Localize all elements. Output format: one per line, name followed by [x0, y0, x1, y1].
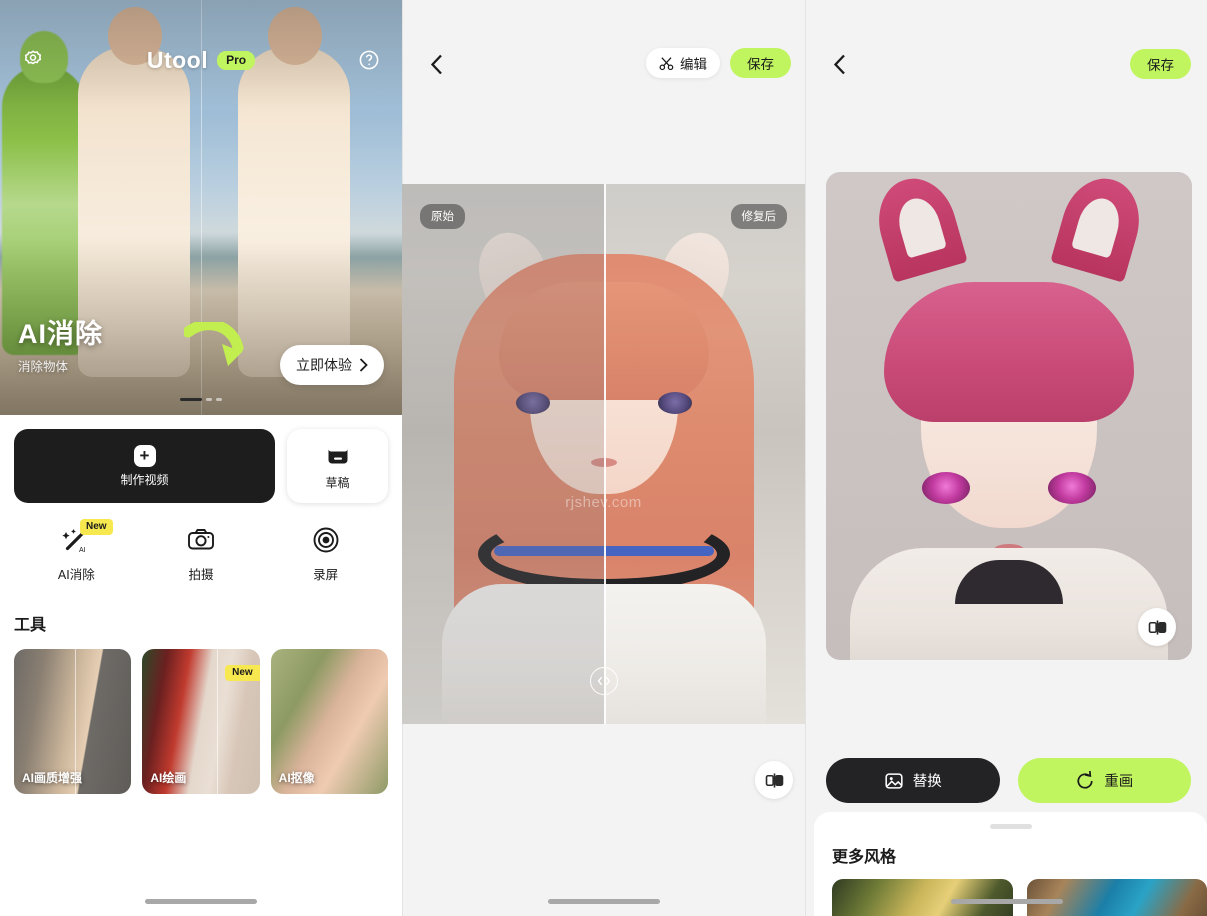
- hero-arrow-icon: [184, 322, 244, 366]
- carousel-dot[interactable]: [216, 398, 222, 401]
- try-now-label: 立即体验: [296, 357, 352, 373]
- plus-icon: +: [133, 444, 156, 467]
- home-screen: Utool Pro AI消除 消除物体 立即体验 + 制作视频 草稿 New A…: [0, 0, 402, 916]
- ai-image-pixels: [826, 172, 1192, 660]
- save-button[interactable]: 保存: [730, 48, 791, 78]
- style-row: [832, 879, 1207, 916]
- refresh-icon: [1077, 770, 1093, 789]
- chevron-right-icon: [359, 358, 368, 372]
- carousel-dots: [180, 398, 222, 401]
- compare-toggle-icon: [765, 772, 783, 788]
- camera-icon: [188, 529, 214, 550]
- drafts-button[interactable]: 草稿: [287, 429, 388, 503]
- comparison-divider: [603, 184, 606, 724]
- replace-label: 替换: [912, 774, 942, 790]
- help-icon[interactable]: [354, 45, 384, 75]
- try-now-button[interactable]: 立即体验: [280, 345, 384, 385]
- new-badge: New: [225, 665, 260, 681]
- comparison-slider-handle[interactable]: [589, 667, 618, 695]
- quick-actions-row: + 制作视频 草稿: [14, 429, 388, 503]
- carousel-dot[interactable]: [206, 398, 212, 401]
- ai-bangs: [884, 282, 1134, 422]
- home-content-sheet: + 制作视频 草稿 New AI AI消除 拍摄 录屏 工具 AI画质增强 Ne…: [0, 415, 402, 916]
- ai-eye-right: [1048, 472, 1096, 504]
- save-button[interactable]: 保存: [1130, 49, 1191, 79]
- hero-banner[interactable]: Utool Pro AI消除 消除物体 立即体验: [0, 0, 402, 415]
- carousel-dot-active[interactable]: [180, 398, 202, 401]
- drafts-label: 草稿: [325, 475, 350, 490]
- back-button[interactable]: [824, 49, 854, 79]
- edit-button[interactable]: 编辑: [646, 48, 720, 78]
- svg-text:AI: AI: [79, 547, 86, 554]
- compare-toggle-button[interactable]: [1138, 608, 1176, 646]
- settings-icon[interactable]: [18, 45, 48, 75]
- tool-card-ai-painting[interactable]: New AI绘画: [142, 649, 260, 794]
- make-video-button[interactable]: + 制作视频: [14, 429, 275, 503]
- hero-subtitle: 消除物体: [18, 360, 69, 374]
- home-topbar: Utool Pro: [0, 42, 402, 78]
- style-card-architecture[interactable]: [1026, 879, 1207, 916]
- new-badge: New: [80, 519, 113, 535]
- scissors-icon: [659, 56, 674, 70]
- tool-label: AI画质增强: [22, 771, 83, 785]
- drafts-icon: [328, 446, 347, 463]
- ai-eye-left: [922, 472, 970, 504]
- replace-button[interactable]: 替换: [826, 758, 1000, 803]
- editor-actions: 编辑 保存: [646, 48, 791, 78]
- result-actions: 替换 重画: [826, 758, 1191, 803]
- before-side: [402, 184, 604, 724]
- image-swap-icon: [885, 772, 903, 789]
- ai-result-image[interactable]: [826, 172, 1192, 660]
- before-after-comparison[interactable]: rjshev.com 原始 修复后: [402, 184, 805, 724]
- hero-title: AI消除: [18, 319, 103, 349]
- feature-row: New AI AI消除 拍摄 录屏: [14, 519, 388, 583]
- feature-label: AI消除: [57, 568, 95, 582]
- tool-label: AI抠像: [278, 771, 315, 785]
- eye-right: [657, 392, 692, 414]
- compare-toggle-icon: [1148, 619, 1166, 635]
- screen-record-icon: [313, 527, 339, 553]
- sheet-grabber[interactable]: [989, 824, 1032, 829]
- save-label: 保存: [1147, 58, 1174, 73]
- feature-screen-record[interactable]: 录屏: [263, 525, 388, 583]
- compare-slider-icon: [597, 676, 610, 686]
- chevron-left-icon: [430, 54, 442, 74]
- tools-heading: 工具: [14, 617, 47, 634]
- save-label: 保存: [747, 57, 774, 72]
- tool-card-ai-enhance[interactable]: AI画质增强: [14, 649, 132, 794]
- ai-result-screen: 保存 替换 重画 更多风格: [805, 0, 1207, 916]
- more-styles-title: 更多风格: [832, 849, 897, 866]
- brand-name: Utool: [146, 46, 209, 73]
- style-card-forest[interactable]: [832, 879, 1013, 916]
- pro-badge: Pro: [217, 50, 256, 70]
- tool-label: AI绘画: [150, 771, 187, 785]
- feature-capture[interactable]: 拍摄: [139, 525, 264, 583]
- home-indicator: [548, 899, 660, 904]
- hero-caption: AI消除 消除物体: [18, 312, 103, 375]
- comparison-canvas: rjshev.com 原始 修复后: [402, 184, 805, 724]
- feature-label: 录屏: [313, 568, 339, 582]
- home-indicator: [145, 899, 257, 904]
- feature-label: 拍摄: [188, 568, 214, 582]
- brand: Utool Pro: [146, 46, 256, 74]
- feature-ai-remove[interactable]: New AI AI消除: [14, 519, 139, 583]
- home-indicator: [950, 899, 1063, 904]
- redraw-label: 重画: [1104, 774, 1134, 790]
- after-tag: 修复后: [730, 204, 787, 229]
- tool-card-ai-cutout[interactable]: AI抠像: [270, 649, 388, 794]
- edit-label: 编辑: [680, 57, 707, 72]
- make-video-label: 制作视频: [120, 472, 169, 487]
- before-tag: 原始: [420, 204, 465, 229]
- redraw-button[interactable]: 重画: [1017, 758, 1191, 803]
- compare-toggle-button[interactable]: [755, 761, 793, 799]
- back-button[interactable]: [421, 49, 451, 79]
- chevron-left-icon: [833, 54, 845, 74]
- tools-row: AI画质增强 New AI绘画 AI抠像: [14, 649, 388, 794]
